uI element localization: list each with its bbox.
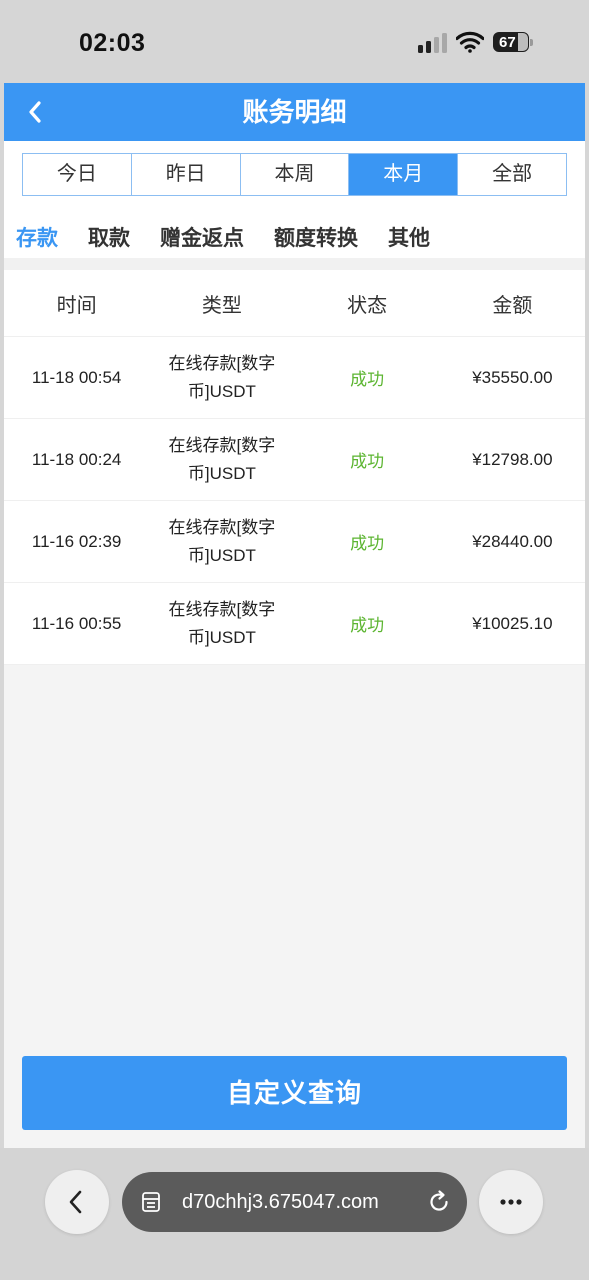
more-button[interactable] bbox=[479, 1170, 543, 1234]
page-content: 账务明细 今日 昨日 本周 本月 全部 存款 取款 赠金返点 额度转换 其他 时… bbox=[4, 83, 585, 1148]
cell-type-text: 在线存款[数字币]USDT bbox=[168, 353, 276, 401]
records-table: 时间 类型 状态 金额 11-18 00:54 在线存款[数字币]USDT 成功… bbox=[4, 270, 585, 665]
browser-back-button[interactable] bbox=[45, 1170, 109, 1234]
table-header: 时间 类型 状态 金额 bbox=[4, 270, 585, 337]
category-deposit[interactable]: 存款 bbox=[16, 223, 58, 255]
cell-time: 11-18 00:54 bbox=[31, 367, 122, 387]
reader-icon[interactable] bbox=[140, 1190, 164, 1214]
cell-type-text: 在线存款[数字币]USDT bbox=[168, 517, 276, 565]
wifi-icon bbox=[456, 31, 484, 53]
browser-toolbar: d70chhj3.675047.com bbox=[0, 1148, 589, 1280]
custom-query-button[interactable]: 自定义查询 bbox=[22, 1056, 567, 1130]
cell-time: 11-18 00:24 bbox=[31, 449, 122, 469]
table-row[interactable]: 11-18 00:24 在线存款[数字币]USDT 成功 ¥12798.00 bbox=[4, 419, 585, 501]
cell-status: 成功 bbox=[350, 370, 385, 389]
battery-icon: 67 bbox=[493, 32, 533, 52]
cell-amount: ¥35550.00 bbox=[472, 367, 553, 387]
reload-icon[interactable] bbox=[426, 1189, 452, 1215]
app-header: 账务明细 bbox=[4, 83, 585, 141]
cell-amount: ¥12798.00 bbox=[472, 449, 553, 469]
more-icon bbox=[500, 1199, 522, 1205]
cell-type: 在线存款[数字币]USDT bbox=[149, 501, 294, 582]
tab-this-month[interactable]: 本月 bbox=[348, 154, 458, 195]
column-header-type: 类型 bbox=[201, 294, 242, 317]
cell-status: 成功 bbox=[350, 616, 385, 635]
tab-all[interactable]: 全部 bbox=[457, 154, 566, 195]
column-header-time: 时间 bbox=[56, 294, 97, 317]
category-other[interactable]: 其他 bbox=[388, 223, 430, 255]
period-tabs: 今日 昨日 本周 本月 全部 bbox=[22, 153, 567, 196]
back-icon bbox=[69, 1190, 82, 1214]
cell-amount: ¥10025.10 bbox=[472, 613, 553, 633]
cell-type-text: 在线存款[数字币]USDT bbox=[168, 435, 276, 483]
tab-this-week[interactable]: 本周 bbox=[239, 154, 349, 195]
signal-icon bbox=[418, 33, 448, 53]
category-transfer[interactable]: 额度转换 bbox=[274, 223, 358, 255]
cell-type: 在线存款[数字币]USDT bbox=[149, 583, 294, 664]
category-bonus-rebate[interactable]: 赠金返点 bbox=[160, 223, 244, 255]
tab-today[interactable]: 今日 bbox=[23, 154, 131, 195]
address-bar[interactable]: d70chhj3.675047.com bbox=[122, 1172, 467, 1232]
table-row[interactable]: 11-16 00:55 在线存款[数字币]USDT 成功 ¥10025.10 bbox=[4, 583, 585, 665]
cell-time: 11-16 02:39 bbox=[31, 531, 122, 551]
cell-type: 在线存款[数字币]USDT bbox=[149, 337, 294, 418]
tab-yesterday[interactable]: 昨日 bbox=[130, 154, 240, 195]
category-tabs: 存款 取款 赠金返点 额度转换 其他 bbox=[16, 223, 430, 255]
battery-level: 67 bbox=[499, 34, 516, 51]
category-withdraw[interactable]: 取款 bbox=[88, 223, 130, 255]
cell-status: 成功 bbox=[350, 452, 385, 471]
page-title: 账务明细 bbox=[242, 97, 347, 127]
column-header-amount: 金额 bbox=[492, 294, 533, 317]
table-row[interactable]: 11-16 02:39 在线存款[数字币]USDT 成功 ¥28440.00 bbox=[4, 501, 585, 583]
divider-band bbox=[4, 258, 585, 270]
column-header-status: 状态 bbox=[347, 294, 388, 317]
cell-type-text: 在线存款[数字币]USDT bbox=[168, 599, 276, 647]
table-row[interactable]: 11-18 00:54 在线存款[数字币]USDT 成功 ¥35550.00 bbox=[4, 337, 585, 419]
url-text: d70chhj3.675047.com bbox=[182, 1191, 379, 1213]
cell-amount: ¥28440.00 bbox=[472, 531, 553, 551]
cell-time: 11-16 00:55 bbox=[31, 613, 122, 633]
cell-status: 成功 bbox=[350, 534, 385, 553]
status-time: 02:03 bbox=[79, 29, 146, 57]
cell-type: 在线存款[数字币]USDT bbox=[149, 419, 294, 500]
